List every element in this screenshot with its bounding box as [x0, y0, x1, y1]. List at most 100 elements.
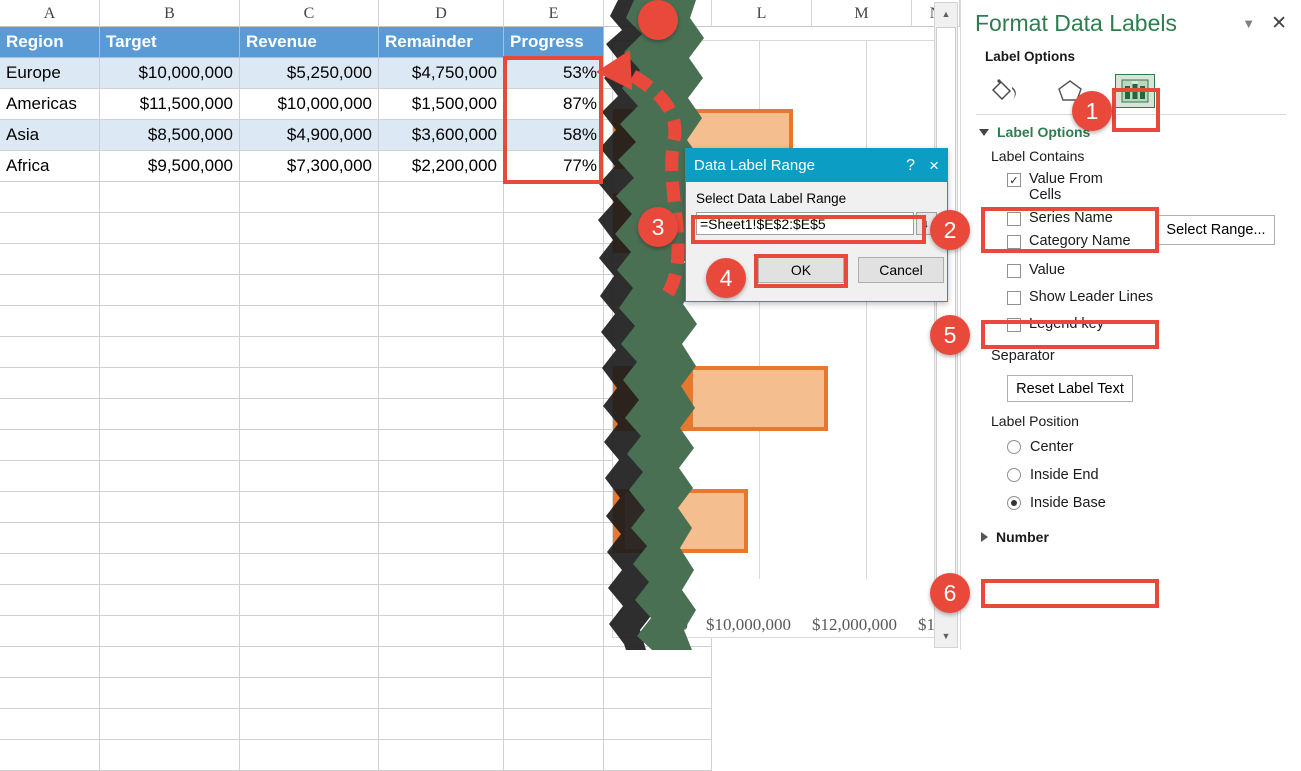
cell-b3[interactable]: $11,500,000	[100, 89, 240, 120]
select-range-button[interactable]: Select Range...	[1157, 215, 1275, 245]
data-label-range-input[interactable]	[696, 212, 914, 235]
dialog-title: Data Label Range	[694, 157, 906, 174]
section-label-options-title: Label Options	[997, 124, 1090, 140]
radio-button[interactable]	[1007, 468, 1021, 482]
bar-segment-revenue[interactable]	[613, 109, 687, 169]
scrollbar-thumb[interactable]	[936, 27, 956, 587]
badge-4: 4	[706, 258, 746, 298]
cell-e3[interactable]: 87%	[504, 89, 604, 120]
cell-e2[interactable]: 53%	[504, 58, 604, 89]
column-header-c[interactable]: C	[240, 0, 379, 27]
chart-axis-title-partial: er	[653, 619, 665, 637]
badge-2: 2	[930, 210, 970, 250]
bar-segment-revenue[interactable]	[613, 366, 697, 431]
checkbox-show-leader-lines[interactable]: Show Leader Lines	[961, 278, 1301, 305]
section-label-options[interactable]: Label Options	[961, 115, 1301, 140]
cell-a2[interactable]: Europe	[0, 58, 100, 89]
cell-d4[interactable]: $3,600,000	[379, 120, 504, 151]
scroll-up-arrow-icon[interactable]: ▲	[935, 3, 957, 25]
empty-row	[0, 678, 960, 709]
dialog-prompt-label: Select Data Label Range	[696, 191, 937, 206]
separator-label: Separator	[991, 348, 1055, 364]
close-icon[interactable]: ✕	[1271, 12, 1287, 35]
radio-button[interactable]	[1007, 496, 1021, 510]
checkbox-label: Legend key	[1029, 316, 1104, 332]
cell-c5[interactable]: $7,300,000	[240, 151, 379, 182]
cell-a1[interactable]: Region	[0, 27, 100, 58]
empty-row	[0, 740, 960, 771]
radio-label: Inside Base	[1030, 495, 1106, 511]
badge-5: 5	[930, 315, 970, 355]
reset-label-text-button[interactable]: Reset Label Text	[1007, 375, 1133, 402]
bar-segment-remainder[interactable]	[621, 489, 748, 553]
cell-c4[interactable]: $4,900,000	[240, 120, 379, 151]
label-contains-heading: Label Contains	[961, 140, 1301, 164]
cell-d5[interactable]: $2,200,000	[379, 151, 504, 182]
label-position-heading: Label Position	[961, 402, 1301, 429]
panel-title: Format Data Labels	[975, 10, 1242, 37]
cell-e1[interactable]: Progress	[504, 27, 604, 58]
radio-center[interactable]: Center	[961, 429, 1301, 455]
section-number-title: Number	[996, 529, 1049, 545]
chevron-down-icon[interactable]: ▼	[1242, 16, 1255, 31]
radio-inside-base[interactable]: Inside Base	[961, 483, 1301, 511]
dialog-title-bar[interactable]: Data Label Range ? ×	[686, 149, 947, 182]
help-icon[interactable]: ?	[906, 157, 915, 175]
cell-e4[interactable]: 58%	[504, 120, 604, 151]
cell-d3[interactable]: $1,500,000	[379, 89, 504, 120]
scroll-down-arrow-icon[interactable]: ▼	[935, 625, 957, 647]
cell-e5[interactable]: 77%	[504, 151, 604, 182]
checkbox-box[interactable]	[1007, 264, 1021, 278]
section-number[interactable]: Number	[961, 511, 1301, 545]
badge-6: 6	[930, 573, 970, 613]
checkbox-box[interactable]	[1007, 291, 1021, 305]
column-header-b[interactable]: B	[100, 0, 240, 27]
checkbox-box[interactable]: ✓	[1007, 173, 1021, 187]
checkbox-legend-key[interactable]: Legend key	[961, 305, 1301, 332]
cell-a5[interactable]: Africa	[0, 151, 100, 182]
checkbox-box[interactable]	[1007, 318, 1021, 332]
ok-button[interactable]: OK	[758, 257, 844, 283]
cancel-button[interactable]: Cancel	[858, 257, 944, 283]
fill-line-icon[interactable]	[985, 74, 1025, 108]
cell-a4[interactable]: Asia	[0, 120, 100, 151]
empty-row	[0, 709, 960, 740]
column-header-e[interactable]: E	[504, 0, 604, 27]
checkbox-value[interactable]: Value	[961, 249, 1301, 278]
column-header-l[interactable]: L	[712, 0, 812, 27]
close-icon[interactable]: ×	[929, 156, 939, 176]
checkbox-box[interactable]	[1007, 235, 1021, 249]
format-data-labels-panel[interactable]: Format Data Labels ▼ ✕ Label Options	[960, 0, 1301, 650]
label-options-bar-icon[interactable]	[1115, 74, 1155, 108]
column-header-row: A B C D E L M N	[0, 0, 960, 27]
chart-plot-area[interactable]: 00 $10,000,000 $12,000,000 $14 er	[612, 40, 948, 638]
radio-button[interactable]	[1007, 440, 1021, 454]
cell-a3[interactable]: Americas	[0, 89, 100, 120]
cell-b1[interactable]: Target	[100, 27, 240, 58]
column-header-a[interactable]: A	[0, 0, 100, 27]
panel-icon-tabs	[961, 64, 1301, 108]
bar-segment-remainder[interactable]	[689, 366, 828, 431]
separator-row: Separator , ▼	[961, 332, 1301, 364]
cell-b2[interactable]: $10,000,000	[100, 58, 240, 89]
cell-b5[interactable]: $9,500,000	[100, 151, 240, 182]
radio-inside-end[interactable]: Inside End	[961, 455, 1301, 483]
panel-subtitle: Label Options	[961, 37, 1301, 64]
chart-bar-africa[interactable]	[613, 489, 748, 553]
checkbox-box[interactable]	[1007, 212, 1021, 226]
cell-c2[interactable]: $5,250,000	[240, 58, 379, 89]
column-header-d[interactable]: D	[379, 0, 504, 27]
cell-d2[interactable]: $4,750,000	[379, 58, 504, 89]
chart-bar-asia[interactable]	[613, 366, 828, 431]
radio-label: Inside End	[1030, 467, 1099, 483]
checkbox-value-from-cells[interactable]: ✓ Value From Cells	[961, 164, 1111, 203]
cell-c3[interactable]: $10,000,000	[240, 89, 379, 120]
cell-c1[interactable]: Revenue	[240, 27, 379, 58]
checkbox-label: Series Name	[1029, 210, 1113, 226]
checkbox-label: Value From Cells	[1029, 171, 1111, 203]
triangle-down-icon	[979, 129, 989, 136]
x-tick-label-partial-left: 00	[671, 615, 688, 635]
cell-b4[interactable]: $8,500,000	[100, 120, 240, 151]
cell-d1[interactable]: Remainder	[379, 27, 504, 58]
column-header-m[interactable]: M	[812, 0, 912, 27]
